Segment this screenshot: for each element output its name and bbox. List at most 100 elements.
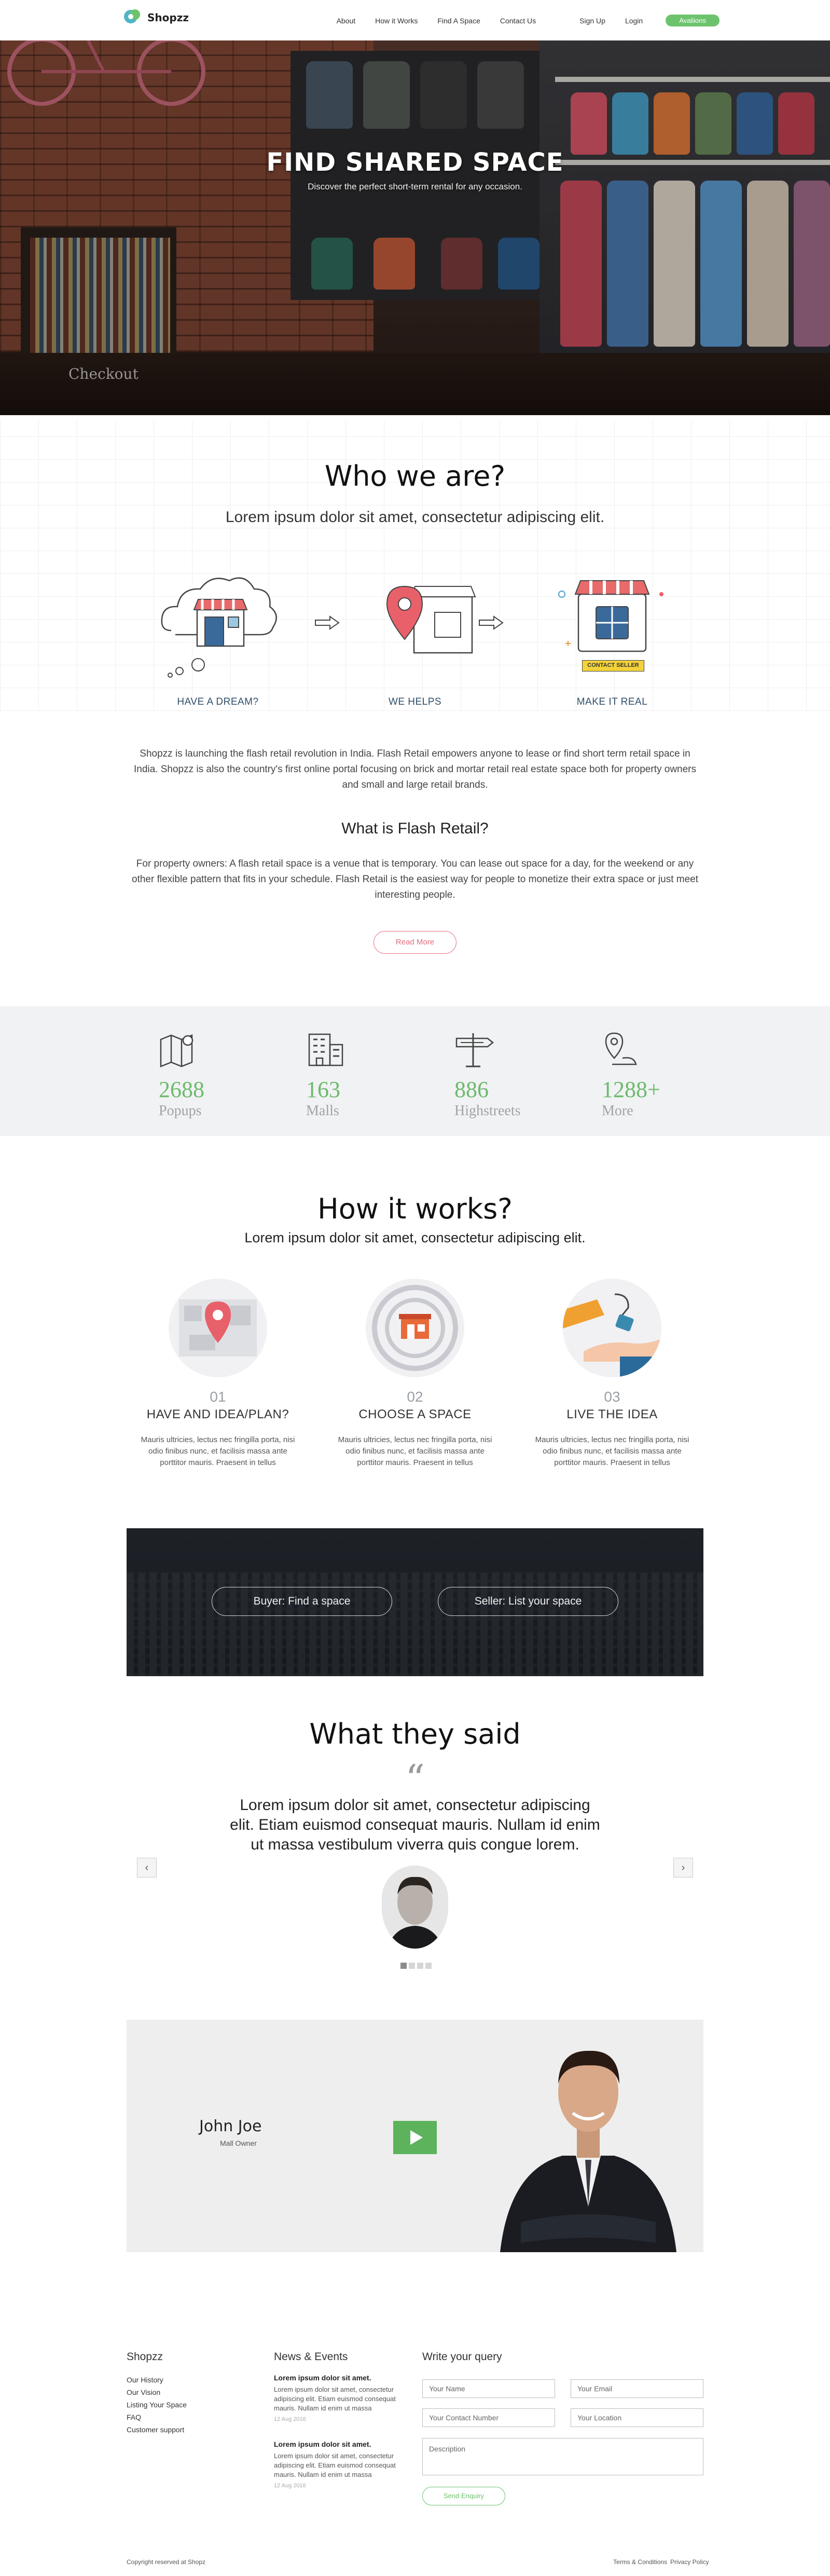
news-date: 12 Aug 2016 — [274, 2483, 306, 2489]
building-icon — [308, 1033, 343, 1066]
flash-retail-paragraph: For property owners: A flash retail spac… — [132, 858, 698, 900]
stat-value: 2688 — [159, 1077, 204, 1102]
read-more-button[interactable]: Read More — [374, 931, 457, 954]
location-field[interactable] — [571, 2408, 703, 2427]
email-field[interactable] — [571, 2379, 703, 2398]
nav-login[interactable]: Login — [625, 17, 643, 25]
step-label-dream: HAVE A DREAM? — [177, 696, 259, 707]
about-paragraph: Shopzz is launching the flash retail rev… — [133, 748, 696, 790]
carousel-dot[interactable] — [400, 1963, 407, 1969]
nav-sign-up[interactable]: Sign Up — [579, 17, 605, 25]
footer-link[interactable]: Customer support — [127, 2426, 184, 2434]
stat-highstreets: 886 Highstreets — [454, 1031, 558, 1119]
terms-link[interactable]: Terms & Conditions — [613, 2558, 667, 2566]
hand-key-icon — [563, 1279, 661, 1377]
stat-value: 886 — [454, 1077, 489, 1102]
how-number: 02 — [407, 1389, 423, 1405]
about-heading: Who we are? — [324, 460, 506, 492]
testimonial-avatar — [382, 1866, 448, 1949]
mall-owner-photo — [500, 2050, 676, 2252]
video-person-name: John Joe — [199, 2117, 262, 2135]
signpost-icon — [455, 1033, 494, 1067]
name-field[interactable] — [422, 2379, 555, 2398]
how-heading: How it works? — [317, 1193, 513, 1225]
footer-link[interactable]: Listing Your Space — [127, 2401, 187, 2409]
how-text: Mauris ultricies, lectus nec fringilla p… — [141, 1435, 295, 1467]
logo-pin-icon — [122, 7, 143, 28]
stat-popups: 2688 Popups — [159, 1031, 262, 1119]
video-person-role: Mall Owner — [220, 2139, 257, 2147]
how-text: Mauris ultricies, lectus nec fringilla p… — [535, 1435, 689, 1467]
hero-checkout-sign: Checkout — [68, 365, 139, 382]
stat-label: Malls — [306, 1103, 339, 1119]
nav-contact-us[interactable]: Contact Us — [500, 17, 536, 25]
contact-seller-shop-icon — [558, 580, 663, 652]
news-body: Lorem ipsum dolor sit amet, consectetur … — [274, 2386, 396, 2412]
carousel-dots — [400, 1963, 434, 1969]
brand[interactable]: Shopzz — [122, 7, 189, 28]
map-icon — [160, 1034, 193, 1067]
carousel-prev-button[interactable]: ‹ — [137, 1858, 157, 1878]
hero-subtitle: Discover the perfect short-term rental f… — [308, 182, 522, 191]
how-title: CHOOSE A SPACE — [358, 1407, 472, 1421]
step-label-we-helps: WE HELPS — [388, 696, 442, 707]
hero-banner: FIND SHARED SPACE Discover the perfect s… — [0, 40, 830, 415]
how-step-1: 01 HAVE AND IDEA/PLAN? Mauris ultricies,… — [135, 1279, 301, 1469]
carousel-dot[interactable] — [417, 1963, 423, 1969]
about-lead: Lorem ipsum dolor sit amet, consectetur … — [225, 509, 605, 526]
carousel-next-button[interactable]: › — [673, 1858, 693, 1878]
idea-map-icon — [169, 1279, 267, 1377]
how-number: 03 — [604, 1389, 620, 1405]
nav-links: About How it Works Find A Space Contact … — [317, 15, 720, 26]
choose-space-icon — [366, 1279, 464, 1377]
how-title: LIVE THE IDEA — [566, 1407, 658, 1421]
news-title: News & Events — [274, 2351, 348, 2363]
seller-button[interactable]: Seller: List your space — [438, 1587, 618, 1616]
query-title: Write your query — [422, 2351, 502, 2363]
news-body: Lorem ipsum dolor sit amet, consectetur … — [274, 2452, 396, 2478]
nav-how-it-works[interactable]: How it Works — [375, 17, 418, 25]
stat-value: 1288+ — [602, 1077, 660, 1102]
stat-label: Highstreets — [454, 1103, 521, 1119]
nav-cta-button[interactable]: Avaliions — [666, 15, 720, 26]
location-icon — [605, 1032, 637, 1065]
arrow-right-icon — [479, 615, 504, 630]
footer-link[interactable]: Our History — [127, 2376, 163, 2384]
how-title: HAVE AND IDEA/PLAN? — [146, 1407, 289, 1421]
how-text: Mauris ultricies, lectus nec fringilla p… — [338, 1435, 492, 1467]
news-headline: Lorem ipsum dolor sit amet. — [274, 2374, 371, 2382]
privacy-link[interactable]: Privacy Policy — [670, 2558, 709, 2566]
stat-value: 163 — [306, 1077, 340, 1102]
send-enquiry-button[interactable]: Send Enquiry — [422, 2487, 505, 2505]
location-shop-icon — [386, 585, 476, 654]
stat-more: 1288+ More — [602, 1031, 706, 1119]
nav-about[interactable]: About — [337, 17, 356, 25]
carousel-dot[interactable] — [409, 1963, 415, 1969]
stat-label: Popups — [159, 1103, 202, 1119]
top-navbar: Shopzz About How it Works Find A Space C… — [0, 0, 830, 40]
testimonials-heading: What they said — [309, 1718, 521, 1750]
brand-name: Shopzz — [147, 11, 189, 24]
footer-brand-title: Shopzz — [127, 2351, 163, 2363]
play-video-button[interactable] — [393, 2121, 437, 2154]
nav-find-a-space[interactable]: Find A Space — [437, 17, 480, 25]
stat-malls: 163 Malls — [306, 1031, 410, 1119]
buyer-button[interactable]: Buyer: Find a space — [212, 1587, 392, 1616]
news-item[interactable]: Lorem ipsum dolor sit amet. Lorem ipsum … — [274, 2440, 404, 2489]
carousel-dot[interactable] — [425, 1963, 432, 1969]
news-headline: Lorem ipsum dolor sit amet. — [274, 2440, 371, 2448]
news-item[interactable]: Lorem ipsum dolor sit amet. Lorem ipsum … — [274, 2374, 404, 2422]
footer-link[interactable]: FAQ — [127, 2413, 141, 2421]
how-number: 01 — [210, 1389, 226, 1405]
news-date: 12 Aug 2016 — [274, 2416, 306, 2422]
description-field[interactable] — [422, 2438, 703, 2475]
arrow-right-icon — [315, 615, 340, 630]
flash-retail-heading: What is Flash Retail? — [341, 820, 489, 837]
video-panel: John Joe Mall Owner — [127, 2020, 703, 2252]
contact-number-field[interactable] — [422, 2408, 555, 2427]
quote-icon: “ — [405, 1757, 425, 1801]
contact-seller-tag[interactable]: CONTACT SELLER — [582, 660, 644, 672]
footer-link[interactable]: Our Vision — [127, 2388, 160, 2396]
hero-title: FIND SHARED SPACE — [266, 148, 564, 177]
city-skyline — [127, 1572, 703, 1676]
